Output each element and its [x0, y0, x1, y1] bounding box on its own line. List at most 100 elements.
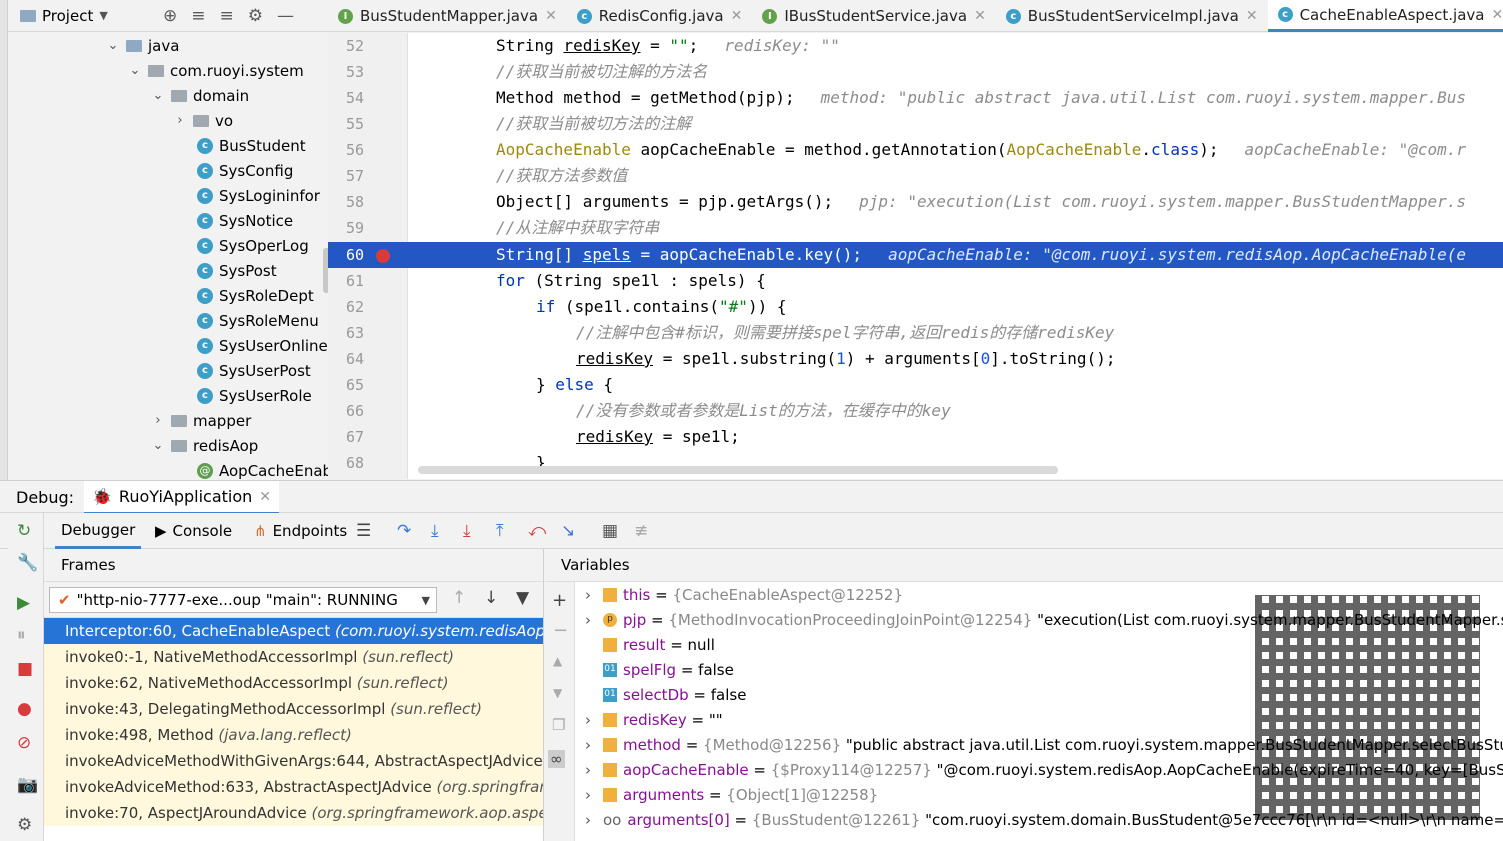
close-icon[interactable]: ✕: [259, 489, 271, 505]
chevron-right-icon[interactable]: ›: [151, 413, 165, 428]
tree-item-package[interactable]: ⌄ com.ruoyi.system: [128, 58, 304, 83]
project-view-selector[interactable]: Project ▼: [20, 7, 108, 25]
tab-busstudentserviceimpl[interactable]: c BusStudentServiceImpl.java ✕: [996, 0, 1268, 32]
frame-item-selected[interactable]: Interceptor:60, CacheEnableAspect (com.r…: [44, 618, 543, 644]
tab-busstudentmapper[interactable]: I BusStudentMapper.java ✕: [328, 0, 567, 32]
locate-icon[interactable]: ⊕: [163, 6, 177, 26]
chevron-down-icon[interactable]: ⌄: [151, 438, 165, 453]
minus-icon[interactable]: −: [553, 620, 568, 641]
step-into-icon[interactable]: ⤓: [431, 521, 439, 541]
copy-icon[interactable]: ❐: [552, 716, 565, 734]
close-icon[interactable]: ✕: [1246, 8, 1258, 24]
chevron-down-icon[interactable]: ⌄: [106, 38, 120, 53]
chevron-down-icon[interactable]: ⌄: [128, 63, 142, 78]
collapse-all-icon[interactable]: ≡: [220, 6, 234, 26]
frame-item[interactable]: invoke:43, DelegatingMethodAccessorImpl …: [44, 696, 543, 722]
tree-item-mapper[interactable]: › mapper: [151, 408, 251, 433]
move-down-icon[interactable]: ▼: [553, 686, 562, 700]
tree-item-class[interactable]: c BusStudent: [197, 133, 306, 158]
plus-icon[interactable]: +: [552, 590, 567, 611]
settings-icon[interactable]: ⚙: [17, 815, 32, 835]
tab-ibusstudentservice[interactable]: I IBusStudentService.java ✕: [752, 0, 995, 32]
tab-debugger[interactable]: Debugger: [55, 513, 142, 549]
tree-item-class[interactable]: c SysRoleMenu: [197, 308, 319, 333]
variable-row[interactable]: result = null: [585, 633, 715, 658]
chevron-down-icon[interactable]: ⌄: [151, 88, 165, 103]
tree-item-class[interactable]: c SysUserPost: [197, 358, 311, 383]
frame-item[interactable]: invokeAdviceMethodWithGivenArgs:644, Abs…: [44, 748, 543, 774]
drop-frame-icon[interactable]: ⤺: [528, 521, 546, 541]
step-over-icon[interactable]: ↷: [397, 521, 411, 541]
variable-row[interactable]: › arguments = {Object[1]@12258}: [585, 783, 878, 808]
debug-tool-window-header: Debug: 🐞 RuoYiApplication ✕: [0, 480, 1503, 514]
trace-icon[interactable]: ≢: [634, 521, 648, 541]
tree-item-class[interactable]: c SysConfig: [197, 158, 293, 183]
tree-item-class[interactable]: c SysLogininfor: [197, 183, 320, 208]
close-icon[interactable]: ✕: [731, 8, 743, 24]
horizontal-scrollbar[interactable]: [418, 466, 1058, 474]
chevron-right-icon[interactable]: ›: [585, 608, 601, 633]
mute-breakpoints-icon[interactable]: ⊘: [17, 733, 31, 753]
expand-all-icon[interactable]: ≡: [191, 6, 205, 26]
chevron-right-icon[interactable]: ›: [585, 758, 601, 783]
tab-endpoints[interactable]: ⋔ Endpoints: [254, 513, 347, 549]
chevron-right-icon[interactable]: ›: [585, 808, 601, 833]
chevron-right-icon[interactable]: ›: [585, 733, 601, 758]
filter-icon[interactable]: ▼: [516, 588, 529, 608]
pause-icon[interactable]: ⏸: [17, 625, 26, 645]
tree-item-class[interactable]: c SysUserRole: [197, 383, 312, 408]
tab-cacheenableaspect[interactable]: c CacheEnableAspect.java ✕: [1267, 0, 1503, 32]
thread-selector[interactable]: ✔ "http-nio-7777-exe...oup "main": RUNNI…: [49, 587, 437, 613]
rerun-icon[interactable]: ↻: [17, 521, 31, 541]
chevron-right-icon[interactable]: ›: [585, 708, 601, 733]
tree-item-java[interactable]: ⌄ java: [106, 33, 180, 58]
run-to-cursor-icon[interactable]: ↘: [561, 521, 575, 541]
variable-row[interactable]: › redisKey = "": [585, 708, 723, 733]
menu-icon[interactable]: ☰: [356, 521, 371, 541]
tree-item-class[interactable]: c SysPost: [197, 258, 277, 283]
close-icon[interactable]: ✕: [974, 8, 986, 24]
evaluate-expression-icon[interactable]: ▦: [602, 521, 618, 541]
arrow-down-icon[interactable]: ↓: [484, 588, 498, 608]
tree-item-class[interactable]: c SysRoleDept: [197, 283, 314, 308]
frame-item[interactable]: invoke:62, NativeMethodAccessorImpl (sun…: [44, 670, 543, 696]
variable-row[interactable]: 01 selectDb = false: [585, 683, 746, 708]
chevron-right-icon[interactable]: ›: [585, 583, 601, 608]
arrow-up-icon[interactable]: ↑: [452, 588, 466, 608]
move-up-icon[interactable]: ▲: [553, 654, 562, 668]
tree-item-redisaop[interactable]: ⌄ redisAop: [151, 433, 259, 458]
editor-gutter[interactable]: 52 53 54 55 56 57 58 59 60 61 62 63 64 6…: [328, 33, 408, 479]
run-config-tab[interactable]: 🐞 RuoYiApplication ✕: [84, 481, 280, 514]
frame-item[interactable]: invoke:70, AspectJAroundAdvice (org.spri…: [44, 800, 543, 826]
tree-item-class[interactable]: c SysUserOnline: [197, 333, 328, 358]
variable-row[interactable]: 01 spelFlg = false: [585, 658, 734, 683]
breakpoint-icon[interactable]: [376, 249, 390, 263]
frame-item[interactable]: invoke:498, Method (java.lang.reflect): [44, 722, 543, 748]
chevron-right-icon[interactable]: ›: [585, 783, 601, 808]
gear-icon[interactable]: ⚙: [248, 6, 263, 26]
close-icon[interactable]: ✕: [1491, 7, 1503, 23]
force-step-into-icon[interactable]: ⤓: [463, 521, 471, 541]
watches-icon[interactable]: ∞: [548, 750, 565, 768]
frame-item[interactable]: invoke0:-1, NativeMethodAccessorImpl (su…: [44, 644, 543, 670]
code-editor[interactable]: String redisKey = ""; redisKey: "" //获取当前…: [408, 33, 1503, 479]
stop-icon[interactable]: ■: [17, 659, 33, 679]
wrench-icon[interactable]: 🔧: [17, 553, 38, 573]
minimize-icon[interactable]: —: [277, 6, 294, 26]
tree-item-class[interactable]: c SysOperLog: [197, 233, 309, 258]
tree-item-annotation[interactable]: @ AopCacheEnab: [197, 458, 328, 479]
frame-item[interactable]: invokeAdviceMethod:633, AbstractAspectJA…: [44, 774, 543, 800]
tab-redisconfig[interactable]: c RedisConfig.java ✕: [567, 0, 753, 32]
tree-item-domain[interactable]: ⌄ domain: [151, 83, 250, 108]
tab-console[interactable]: ▶ Console: [155, 513, 232, 549]
tree-item-class[interactable]: c SysNotice: [197, 208, 293, 233]
close-icon[interactable]: ✕: [545, 8, 557, 24]
view-breakpoints-icon[interactable]: ●: [17, 699, 32, 719]
step-out-icon[interactable]: ⤒: [496, 521, 504, 541]
chevron-right-icon[interactable]: ›: [173, 113, 187, 128]
variable-row[interactable]: › this = {CacheEnableAspect@12252}: [585, 583, 903, 608]
camera-icon[interactable]: 📷: [17, 775, 38, 795]
resume-icon[interactable]: ▶: [17, 593, 30, 613]
tree-item-vo[interactable]: › vo: [173, 108, 233, 133]
field-icon: [603, 637, 617, 652]
